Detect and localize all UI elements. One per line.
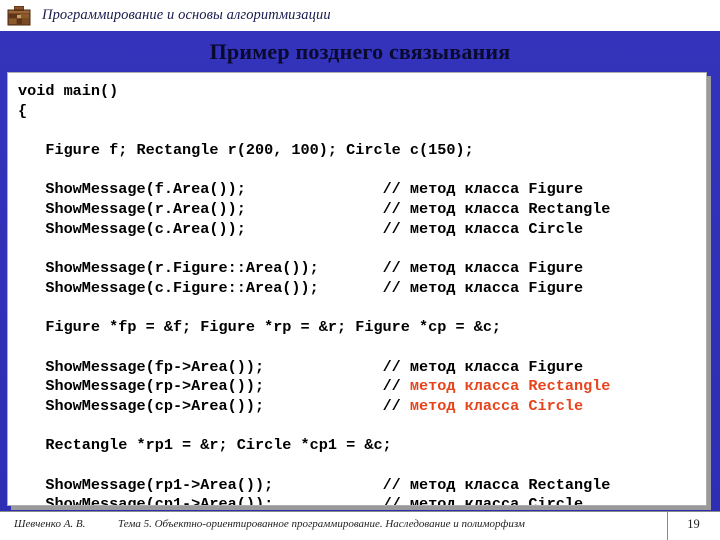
slide-footer: Шевченко А. В. Тема 5. Объектно-ориентир…: [0, 511, 720, 540]
comment-text: метод класса Circle: [400, 397, 584, 415]
code-text: ShowMessage(rp->Area());: [18, 377, 383, 396]
comment-slashes: //: [382, 180, 401, 199]
code-line: ShowMessage(cp1->Area()); // метод класс…: [18, 495, 706, 506]
code-text: Figure f; Rectangle r(200, 100); Circle …: [18, 141, 474, 160]
code-line: Figure f; Rectangle r(200, 100); Circle …: [18, 141, 706, 161]
code-text: void main(): [18, 82, 119, 100]
comment-text: метод класса Figure: [400, 357, 584, 376]
code-text: ShowMessage(r.Figure::Area());: [18, 259, 383, 278]
code-text: ShowMessage(cp1->Area());: [18, 495, 383, 506]
code-line: ShowMessage(rp->Area()); // метод класса…: [18, 377, 706, 397]
comment-text: метод класса Rectangle: [400, 377, 611, 396]
code-text: ShowMessage(fp->Area());: [18, 357, 383, 376]
comment-text: метод класса Circle: [400, 219, 584, 238]
comment-text: метод класса Rectangle: [400, 200, 611, 219]
code-line: ShowMessage(rp1->Area()); // метод класс…: [18, 476, 706, 496]
code-line: {: [18, 102, 706, 122]
comment-text: метод класса Circle: [400, 495, 584, 506]
code-text: Figure *fp = &f; Figure *rp = &r; Figure…: [18, 318, 502, 337]
slide-header: Программирование и основы алгоритмизации: [0, 0, 720, 31]
comment-text: метод класса Figure: [400, 278, 584, 297]
page-number: 19: [687, 517, 700, 531]
comment-slashes: //: [382, 495, 401, 506]
code-line: ShowMessage(r.Figure::Area()); // метод …: [18, 259, 706, 279]
code-text: ShowMessage(cp->Area());: [18, 397, 383, 415]
comment-slashes: //: [382, 219, 401, 238]
comment-slashes: //: [382, 278, 401, 297]
code-line: ShowMessage(r.Area()); // метод класса R…: [18, 200, 706, 220]
code-line: ShowMessage(cp->Area()); // метод класса…: [18, 397, 706, 417]
comment-slashes: //: [382, 259, 401, 278]
code-line: Rectangle *rp1 = &r; Circle *cp1 = &c;: [18, 436, 706, 456]
slide-root: Программирование и основы алгоритмизации…: [0, 0, 720, 540]
footer-topic: Тема 5. Объектно-ориентированное програм…: [118, 518, 525, 530]
code-text: {: [18, 101, 28, 120]
code-text: ShowMessage(f.Area());: [18, 180, 383, 199]
comment-text: метод класса Figure: [400, 180, 584, 199]
comment-text: метод класса Rectangle: [400, 475, 611, 494]
code-line: void main(): [18, 82, 706, 102]
code-line: ShowMessage(fp->Area()); // метод класса…: [18, 358, 706, 378]
page-title: Пример позднего связывания: [209, 39, 511, 64]
comment-text: метод класса Figure: [400, 259, 584, 278]
comment-slashes: //: [382, 377, 401, 396]
course-title: Программирование и основы алгоритмизации: [42, 7, 331, 23]
code-text: ShowMessage(c.Area());: [18, 219, 383, 238]
code-line: Figure *fp = &f; Figure *rp = &r; Figure…: [18, 318, 706, 338]
code-text: ShowMessage(r.Area());: [18, 200, 383, 219]
footer-author: Шевченко А. В.: [14, 518, 86, 530]
comment-slashes: //: [382, 475, 401, 494]
briefcase-icon: [6, 4, 32, 28]
code-line: ShowMessage(f.Area()); // метод класса F…: [18, 180, 706, 200]
comment-slashes: //: [382, 397, 401, 415]
code-listing: void main(){ Figure f; Rectangle r(200, …: [8, 73, 706, 506]
code-panel: void main(){ Figure f; Rectangle r(200, …: [7, 72, 707, 506]
code-line: ShowMessage(c.Area()); // метод класса C…: [18, 220, 706, 240]
code-text: ShowMessage(c.Figure::Area());: [18, 278, 383, 297]
code-text: ShowMessage(rp1->Area());: [18, 475, 383, 494]
comment-slashes: //: [382, 200, 401, 219]
code-text: Rectangle *rp1 = &r; Circle *cp1 = &c;: [18, 436, 392, 455]
comment-slashes: //: [382, 357, 401, 376]
code-line: ShowMessage(c.Figure::Area()); // метод …: [18, 279, 706, 299]
